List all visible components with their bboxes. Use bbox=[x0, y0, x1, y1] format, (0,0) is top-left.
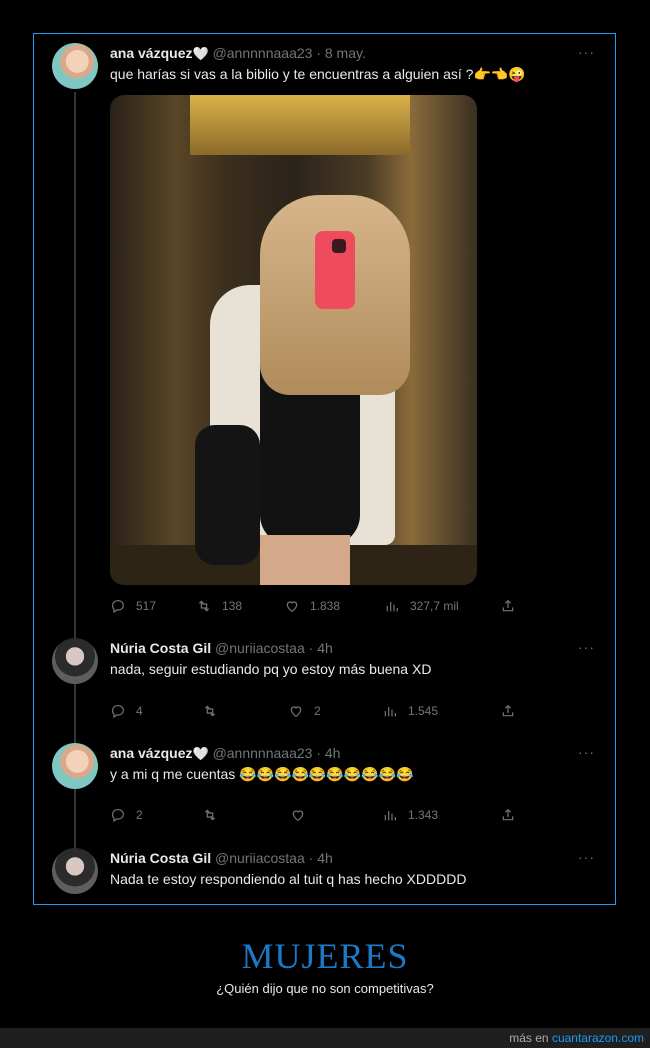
reply-count: 517 bbox=[136, 599, 157, 613]
views-icon bbox=[384, 707, 396, 717]
avatar[interactable] bbox=[52, 848, 98, 894]
views-count: 1.343 bbox=[408, 808, 439, 822]
author-handle[interactable]: @nuriiacostaa bbox=[215, 640, 305, 656]
more-options-icon[interactable]: ··· bbox=[578, 639, 595, 655]
author-handle[interactable]: @nuriiacostaa bbox=[215, 850, 305, 866]
share-button[interactable] bbox=[500, 703, 516, 719]
like-button[interactable]: 2 bbox=[288, 703, 321, 719]
tweet-photo[interactable] bbox=[110, 95, 477, 585]
tweet-text: nada, seguir estudiando pq yo estoy más … bbox=[110, 661, 432, 677]
site-link[interactable]: cuantarazon.com bbox=[552, 1031, 644, 1045]
share-icon bbox=[502, 599, 514, 612]
share-button[interactable] bbox=[500, 598, 516, 614]
tweet-actions: 2 1.343 bbox=[110, 807, 520, 827]
like-button[interactable] bbox=[290, 807, 316, 823]
separator-dot: · bbox=[308, 850, 314, 866]
reply-icon bbox=[112, 705, 124, 719]
avatar[interactable] bbox=[52, 43, 98, 89]
separator-dot: · bbox=[308, 640, 314, 656]
retweet-button[interactable] bbox=[202, 807, 228, 823]
views-count: 327,7 mil bbox=[410, 599, 459, 613]
elevator-ceiling-light bbox=[190, 95, 410, 155]
tweet-time[interactable]: 4h bbox=[325, 745, 341, 761]
author-name[interactable]: ana vázquez bbox=[110, 45, 192, 61]
heart-emoji: 🤍 bbox=[192, 746, 209, 761]
tweet-actions: 517 138 1.838 327,7 mil bbox=[110, 598, 520, 618]
reply-icon bbox=[112, 809, 124, 823]
legs bbox=[260, 535, 350, 585]
heart-icon bbox=[292, 810, 304, 822]
author-handle[interactable]: @annnnnaaa23 bbox=[213, 45, 313, 61]
more-options-icon[interactable]: ··· bbox=[578, 849, 595, 865]
tweet-text: que harías si vas a la biblio y te encue… bbox=[110, 66, 526, 82]
share-button[interactable] bbox=[500, 807, 516, 823]
views-count: 1.545 bbox=[408, 704, 439, 718]
avatar[interactable] bbox=[52, 743, 98, 789]
reply-icon bbox=[112, 600, 124, 614]
views-icon bbox=[386, 602, 398, 612]
retweet-button[interactable] bbox=[202, 703, 228, 719]
site-credit: más en cuantarazon.com bbox=[509, 1031, 644, 1045]
share-icon bbox=[502, 808, 514, 821]
tweet-actions: 4 2 1.545 bbox=[110, 703, 520, 723]
heart-icon bbox=[286, 601, 298, 613]
views-button[interactable]: 1.545 bbox=[382, 703, 438, 719]
reply-count: 2 bbox=[136, 808, 143, 822]
like-count: 2 bbox=[314, 704, 321, 718]
author-name[interactable]: Núria Costa Gil bbox=[110, 640, 211, 656]
more-options-icon[interactable]: ··· bbox=[578, 44, 595, 60]
reply-button[interactable]: 2 bbox=[110, 807, 143, 823]
retweet-icon bbox=[204, 705, 216, 717]
reply-button[interactable]: 517 bbox=[110, 598, 156, 614]
thread-connector-line bbox=[74, 92, 76, 852]
views-button[interactable]: 327,7 mil bbox=[384, 598, 459, 614]
retweet-icon bbox=[198, 600, 210, 612]
author-line: Núria Costa Gil @nuriiacostaa · 4h bbox=[110, 640, 333, 656]
separator-dot: · bbox=[316, 745, 321, 761]
bottom-bar: más en cuantarazon.com bbox=[0, 1028, 650, 1048]
tweet-time[interactable]: 4h bbox=[317, 850, 333, 866]
views-button[interactable]: 1.343 bbox=[382, 807, 438, 823]
author-name[interactable]: ana vázquez bbox=[110, 745, 192, 761]
tweet-time[interactable]: 8 may. bbox=[325, 45, 366, 61]
avatar[interactable] bbox=[52, 638, 98, 684]
tweet-time[interactable]: 4h bbox=[317, 640, 333, 656]
author-line: ana vázquez🤍 @annnnnaaa23 · 8 may. bbox=[110, 45, 366, 62]
reply-button[interactable]: 4 bbox=[110, 703, 143, 719]
retweet-button[interactable]: 138 bbox=[196, 598, 242, 614]
share-icon bbox=[502, 704, 514, 717]
meme-title: MUJERES bbox=[241, 936, 409, 976]
credit-prefix: más en bbox=[509, 1031, 549, 1045]
views-icon bbox=[384, 811, 396, 821]
author-handle[interactable]: @annnnnaaa23 bbox=[213, 745, 313, 761]
separator-dot: · bbox=[316, 45, 321, 61]
meme-subtitle: ¿Quién dijo que no son competitivas? bbox=[216, 981, 434, 996]
like-count: 1.838 bbox=[310, 599, 341, 613]
author-line: ana vázquez🤍 @annnnnaaa23 · 4h bbox=[110, 745, 340, 762]
author-line: Núria Costa Gil @nuriiacostaa · 4h bbox=[110, 850, 333, 866]
tweet-text: y a mi q me cuentas 😂😂😂😂😂😂😂😂😂😂 bbox=[110, 766, 414, 782]
black-backpack bbox=[195, 425, 260, 565]
reply-count: 4 bbox=[136, 704, 143, 718]
like-button[interactable]: 1.838 bbox=[284, 598, 340, 614]
author-name[interactable]: Núria Costa Gil bbox=[110, 850, 211, 866]
heart-icon bbox=[290, 706, 302, 718]
more-options-icon[interactable]: ··· bbox=[578, 744, 595, 760]
retweet-count: 138 bbox=[222, 599, 243, 613]
heart-emoji: 🤍 bbox=[192, 46, 209, 61]
retweet-icon bbox=[204, 809, 216, 821]
phone-camera bbox=[332, 239, 346, 253]
tweet-text: Nada te estoy respondiendo al tuit q has… bbox=[110, 871, 467, 887]
